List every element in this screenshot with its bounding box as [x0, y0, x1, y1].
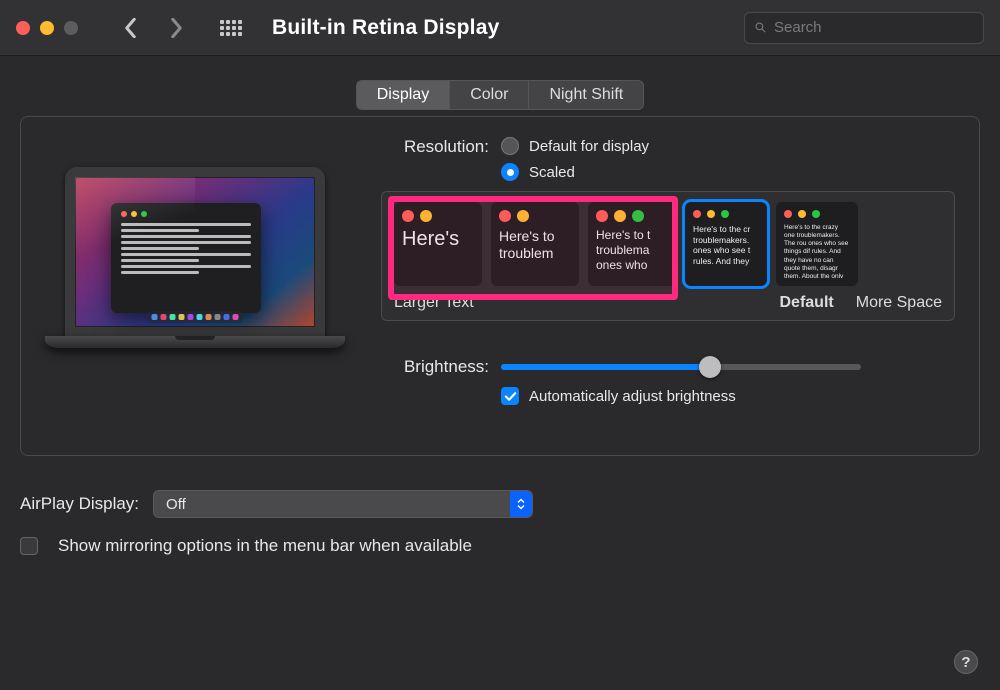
- display-settings: Resolution: Default for display Scaled: [381, 137, 955, 415]
- caption-more-space: More Space: [856, 294, 942, 312]
- zoom-window-button[interactable]: [64, 21, 78, 35]
- select-stepper-icon: [510, 491, 532, 517]
- thumb-text: Here's to t troublema ones who: [596, 228, 668, 273]
- mirroring-checkbox[interactable]: [20, 537, 38, 555]
- caption-larger-text: Larger Text: [394, 294, 474, 312]
- help-button[interactable]: ?: [954, 650, 978, 674]
- tab-bar: Display Color Night Shift: [20, 80, 980, 110]
- search-input[interactable]: [774, 19, 973, 36]
- back-button[interactable]: [116, 14, 144, 42]
- forward-button[interactable]: [162, 14, 190, 42]
- content: Display Color Night Shift: [0, 56, 1000, 690]
- radio-scaled-label: Scaled: [529, 164, 575, 181]
- resolution-label: Resolution:: [381, 137, 501, 157]
- airplay-select[interactable]: Off: [153, 490, 533, 518]
- brightness-knob[interactable]: [699, 356, 721, 378]
- mirroring-label: Show mirroring options in the menu bar w…: [58, 536, 472, 556]
- window-controls: [16, 21, 78, 35]
- caption-default: Default: [780, 294, 834, 312]
- radio-default-for-display[interactable]: [501, 137, 519, 155]
- resolution-option-1[interactable]: Here's: [394, 202, 482, 286]
- display-preview: [45, 167, 345, 377]
- resolution-option-5[interactable]: Here's to the crazy one troublemakers. T…: [776, 202, 858, 286]
- search-icon: [755, 19, 766, 36]
- tab-night-shift[interactable]: Night Shift: [529, 81, 643, 109]
- resolution-option-3[interactable]: Here's to t troublema ones who: [588, 202, 676, 286]
- display-panel: Resolution: Default for display Scaled: [20, 116, 980, 456]
- close-window-button[interactable]: [16, 21, 30, 35]
- resolution-option-4-selected[interactable]: Here's to the cr troublemakers. ones who…: [685, 202, 767, 286]
- radio-scaled[interactable]: [501, 163, 519, 181]
- thumb-text: Here's to the cr troublemakers. ones who…: [693, 224, 759, 267]
- brightness-label: Brightness:: [381, 357, 501, 377]
- bottom-controls: AirPlay Display: Off Show mirroring opti…: [20, 490, 980, 556]
- thumb-text: Here's to the crazy one troublemakers. T…: [784, 224, 850, 278]
- radio-default-label: Default for display: [529, 138, 649, 155]
- auto-brightness-label: Automatically adjust brightness: [529, 388, 736, 405]
- window-title: Built-in Retina Display: [272, 16, 499, 40]
- titlebar: Built-in Retina Display: [0, 0, 1000, 56]
- search-field[interactable]: [744, 12, 984, 44]
- thumb-text: Here's: [402, 228, 474, 251]
- airplay-value: Off: [166, 496, 186, 513]
- thumb-text: Here's to troublem: [499, 228, 571, 262]
- resolution-picker: Here's Here's to troublem Here's to t tr…: [381, 191, 955, 321]
- resolution-option-2[interactable]: Here's to troublem: [491, 202, 579, 286]
- minimize-window-button[interactable]: [40, 21, 54, 35]
- show-all-icon[interactable]: [220, 20, 242, 36]
- tab-color[interactable]: Color: [450, 81, 529, 109]
- auto-brightness-checkbox[interactable]: [501, 387, 519, 405]
- brightness-slider[interactable]: [501, 364, 861, 370]
- tab-display[interactable]: Display: [357, 81, 450, 109]
- airplay-label: AirPlay Display:: [20, 494, 139, 514]
